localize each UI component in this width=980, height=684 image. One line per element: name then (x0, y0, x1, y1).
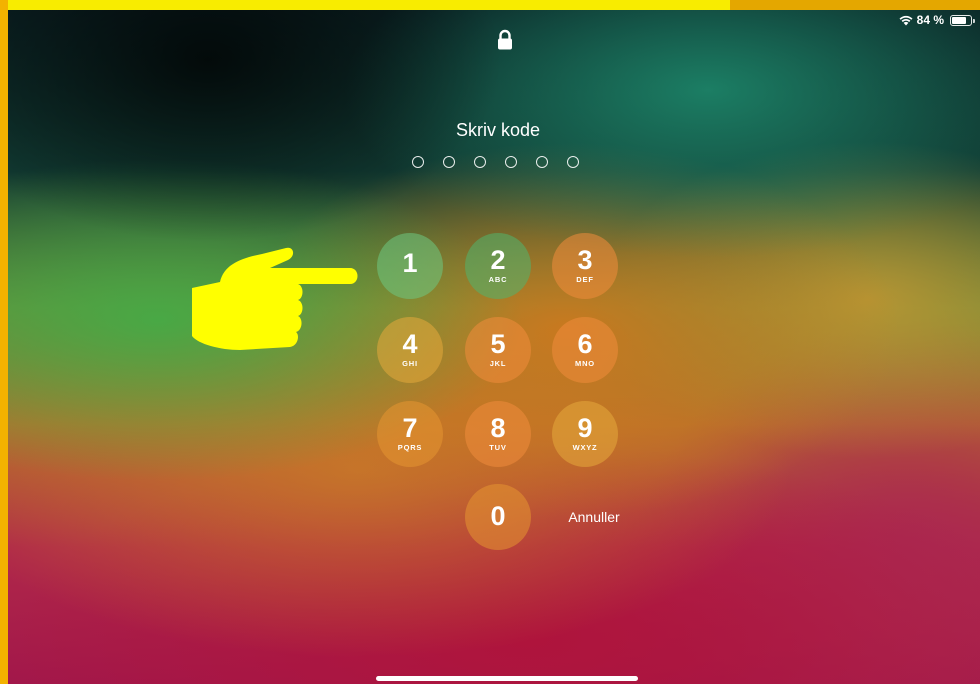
key-8[interactable]: 8 TUV (465, 401, 531, 467)
battery-percent: 84 % (916, 13, 944, 27)
frame-border-top (8, 0, 730, 10)
battery-level (952, 16, 967, 24)
pointing-hand-icon (192, 247, 358, 350)
key-4[interactable]: 4 GHI (377, 317, 443, 383)
frame-border-top-right (730, 0, 980, 10)
wifi-icon (899, 15, 913, 26)
passcode-dot (443, 156, 455, 168)
key-7[interactable]: 7 PQRS (377, 401, 443, 467)
cancel-button[interactable]: Annuller (556, 509, 632, 525)
key-9[interactable]: 9 WXYZ (552, 401, 618, 467)
key-3[interactable]: 3 DEF (552, 233, 618, 299)
passcode-dots (412, 156, 579, 168)
status-bar: 84 % (899, 12, 975, 28)
key-6[interactable]: 6 MNO (552, 317, 618, 383)
passcode-dot (505, 156, 517, 168)
key-5[interactable]: 5 JKL (465, 317, 531, 383)
passcode-dot (567, 156, 579, 168)
passcode-dot (412, 156, 424, 168)
passcode-title: Skriv kode (455, 120, 541, 140)
key-1[interactable]: 1 (377, 233, 443, 299)
passcode-dot (536, 156, 548, 168)
lock-icon (498, 29, 512, 50)
key-2[interactable]: 2 ABC (465, 233, 531, 299)
key-0[interactable]: 0 (465, 484, 531, 550)
lock-screen: 84 % Skriv kode 1 2 ABC 3 DEF 4 GHI 5 JK… (8, 0, 980, 684)
battery-icon (950, 14, 975, 26)
frame-border-left (0, 0, 8, 684)
home-indicator[interactable] (376, 676, 638, 681)
passcode-dot (474, 156, 486, 168)
